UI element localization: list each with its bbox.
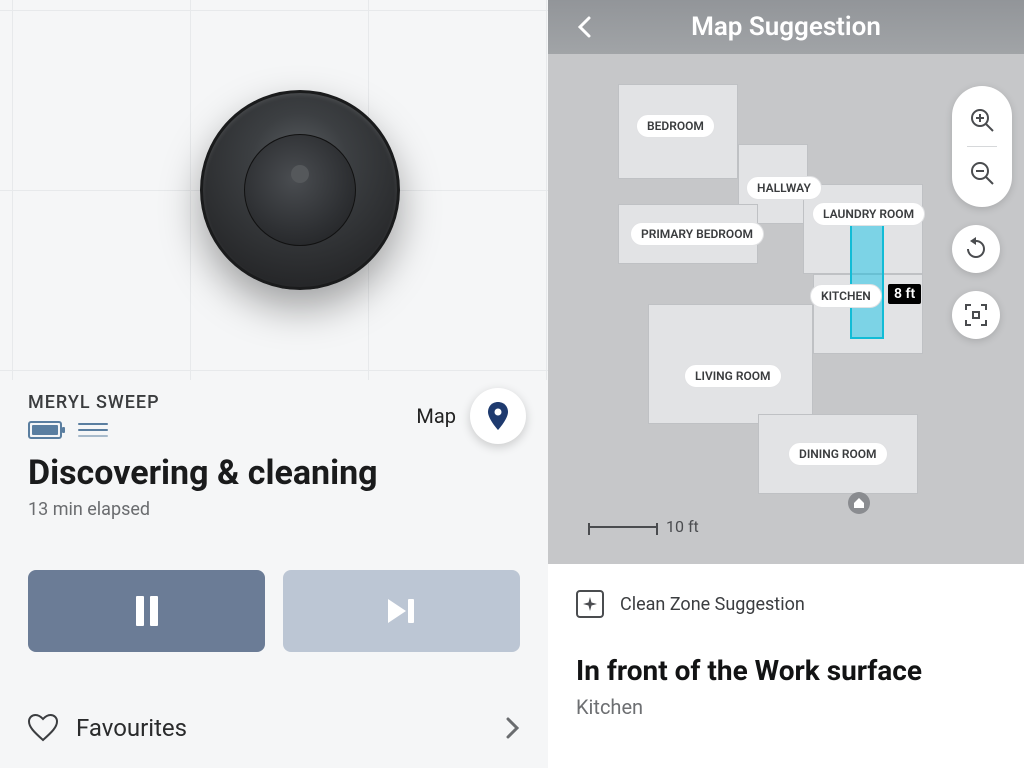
suggestion-title: In front of the Work surface bbox=[576, 654, 996, 687]
suggestion-badge: Clean Zone Suggestion bbox=[620, 594, 805, 615]
chevron-right-icon bbox=[506, 717, 520, 739]
room-label-laundry-room[interactable]: LAUNDRY ROOM bbox=[812, 202, 925, 226]
water-level-icon bbox=[78, 421, 108, 439]
suggestion-subtitle: Kitchen bbox=[576, 695, 996, 719]
chevron-left-icon bbox=[576, 15, 592, 39]
battery-icon bbox=[28, 421, 62, 439]
room-label-dining-room[interactable]: DINING ROOM bbox=[788, 442, 888, 466]
suggestion-card: Clean Zone Suggestion In front of the Wo… bbox=[548, 564, 1024, 768]
status-panel: Map MERYL SWEEP Discovering & cleaning 1… bbox=[0, 0, 548, 768]
map-header: Map Suggestion bbox=[548, 0, 1024, 54]
map-pin-button[interactable] bbox=[470, 388, 526, 444]
zone-height-badge: 8 ft bbox=[888, 284, 921, 304]
zoom-tool-group bbox=[952, 86, 1012, 207]
zoom-in-icon bbox=[969, 107, 995, 133]
pause-button[interactable] bbox=[28, 570, 265, 652]
rotate-button[interactable] bbox=[952, 225, 1000, 273]
floorplan: 2 ft 8 ft BEDROOM HALLWAY PRIMARY BEDROO… bbox=[588, 74, 948, 534]
heart-icon bbox=[28, 714, 58, 742]
map-panel: Map Suggestion 2 ft 8 ft BEDROOM HALLWAY… bbox=[548, 0, 1024, 768]
room-label-hallway[interactable]: HALLWAY bbox=[746, 176, 822, 200]
sparkle-icon bbox=[576, 590, 604, 618]
favourites-row[interactable]: Favourites bbox=[28, 714, 520, 742]
zoom-out-icon bbox=[969, 160, 995, 186]
home-dock-icon bbox=[848, 492, 870, 514]
robot-preview-area bbox=[0, 0, 548, 380]
map-header-title: Map Suggestion bbox=[691, 12, 881, 42]
room-label-bedroom[interactable]: BEDROOM bbox=[636, 114, 715, 138]
map-pin-icon bbox=[486, 402, 510, 430]
back-button[interactable] bbox=[564, 0, 604, 54]
favourites-label: Favourites bbox=[76, 714, 488, 742]
pause-icon bbox=[134, 596, 160, 626]
elapsed-time: 13 min elapsed bbox=[28, 499, 520, 520]
zoom-out-button[interactable] bbox=[958, 149, 1006, 197]
scale-label: 10 ft bbox=[666, 517, 699, 536]
skip-button[interactable] bbox=[283, 570, 520, 652]
scale-bar: 10 ft bbox=[588, 517, 699, 536]
robot-image bbox=[200, 90, 400, 290]
room-label-primary-bedroom[interactable]: PRIMARY BEDROOM bbox=[630, 222, 764, 246]
status-title: Discovering & cleaning bbox=[28, 453, 520, 493]
map-link-label[interactable]: Map bbox=[416, 404, 456, 428]
zoom-in-button[interactable] bbox=[958, 96, 1006, 144]
skip-icon bbox=[386, 597, 418, 625]
recenter-icon bbox=[963, 302, 989, 328]
suggested-zone[interactable] bbox=[850, 219, 884, 339]
room-label-living-room[interactable]: LIVING ROOM bbox=[684, 364, 782, 388]
rotate-icon bbox=[963, 236, 989, 262]
room-label-kitchen[interactable]: KITCHEN bbox=[810, 284, 882, 308]
recenter-button[interactable] bbox=[952, 291, 1000, 339]
